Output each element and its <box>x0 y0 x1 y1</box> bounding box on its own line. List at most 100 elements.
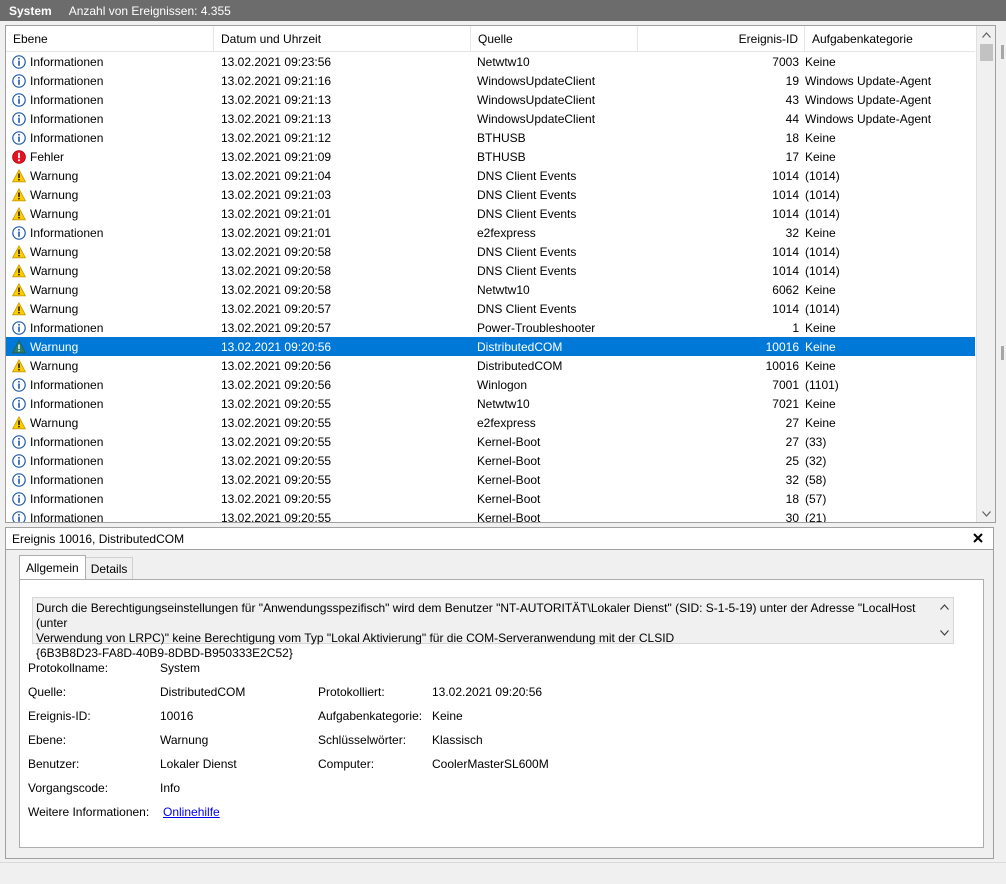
keywords-value: Klassisch <box>432 733 483 747</box>
table-row[interactable]: Warnung 13.02.2021 09:20:58 DNS Client Eve… <box>6 261 975 280</box>
source-cell-text: DNS Client Events <box>477 301 577 316</box>
table-row[interactable]: Informationen 13.02.2021 09:21:13 WindowsU… <box>6 109 975 128</box>
event-id-cell: 30 <box>638 508 805 523</box>
source-cell: Kernel-Boot <box>471 451 638 470</box>
table-row[interactable]: Informationen 13.02.2021 09:20:57 Power-Tr… <box>6 318 975 337</box>
datetime-cell: 13.02.2021 09:20:57 <box>214 318 471 337</box>
category-cell: Keine <box>805 356 975 375</box>
info-icon <box>12 510 26 522</box>
scroll-thumb[interactable] <box>980 44 993 61</box>
column-header-datetime[interactable]: Datum und Uhrzeit <box>214 26 471 51</box>
datetime-cell-text: 13.02.2021 09:21:01 <box>221 225 332 240</box>
online-help-link[interactable]: Onlinehilfe <box>163 804 220 820</box>
datetime-cell-text: 13.02.2021 09:20:55 <box>221 434 332 449</box>
level-cell-text: Informationen <box>30 377 104 392</box>
tab-details[interactable]: Details <box>84 557 134 579</box>
column-header-event-id[interactable]: Ereignis-ID <box>638 26 805 51</box>
level-cell-text: Warnung <box>30 282 79 297</box>
table-row[interactable]: Warnung 13.02.2021 09:20:58 Netwtw10 6062 Ke… <box>6 280 975 299</box>
event-id-cell: 44 <box>638 109 805 128</box>
warning-icon <box>12 358 26 372</box>
event-id-cell-text: 1014 <box>772 187 799 202</box>
tab-general[interactable]: Allgemein <box>19 555 86 579</box>
source-cell: Kernel-Boot <box>471 470 638 489</box>
table-row[interactable]: Informationen 13.02.2021 09:21:12 BTHUSB 18… <box>6 128 975 147</box>
table-row[interactable]: Informationen 13.02.2021 09:21:01 e2fexpre… <box>6 223 975 242</box>
table-row[interactable]: Informationen 13.02.2021 09:21:16 WindowsU… <box>6 71 975 90</box>
level-cell-text: Warnung <box>30 263 79 278</box>
column-header-source[interactable]: Quelle <box>471 26 638 51</box>
table-row[interactable]: Informationen 13.02.2021 09:20:55 Kernel-B… <box>6 432 975 451</box>
info-icon <box>12 92 26 107</box>
keywords-label: Schlüsselwörter: <box>318 733 407 747</box>
table-row[interactable]: Fehler 13.02.2021 09:21:09 BTHUSB 17 Keine <box>6 147 975 166</box>
scroll-up-arrow-icon[interactable] <box>977 26 995 43</box>
category-cell-text: (32) <box>805 453 827 468</box>
table-row[interactable]: Warnung 13.02.2021 09:20:58 DNS Client Eve… <box>6 242 975 261</box>
table-row-selected[interactable]: Warnung 13.02.2021 09:20:56 DistributedCOM… <box>6 337 975 356</box>
opcode-value: Info <box>160 781 181 795</box>
table-row[interactable]: Informationen 13.02.2021 09:20:55 Kernel-B… <box>6 508 975 523</box>
category-cell-text: (1101) <box>805 377 839 392</box>
level-cell: Informationen <box>6 318 214 337</box>
edge-marker <box>1001 45 1004 59</box>
table-row[interactable]: Informationen 13.02.2021 09:21:13 WindowsU… <box>6 90 975 109</box>
column-header-category[interactable]: Aufgabenkategorie <box>805 26 975 51</box>
event-id-cell: 32 <box>638 470 805 489</box>
column-header-level[interactable]: Ebene <box>6 26 214 51</box>
table-row[interactable]: Warnung 13.02.2021 09:20:57 DNS Client Eve… <box>6 299 975 318</box>
scroll-down-arrow-icon[interactable] <box>938 627 950 639</box>
table-row[interactable]: Informationen 13.02.2021 09:20:55 Kernel-B… <box>6 470 975 489</box>
event-list: Ebene Datum und Uhrzeit Quelle Ereignis-… <box>5 25 996 523</box>
datetime-cell: 13.02.2021 09:21:04 <box>214 166 471 185</box>
datetime-cell-text: 13.02.2021 09:21:09 <box>221 149 332 164</box>
log-name-value: System <box>160 661 201 675</box>
list-scrollbar[interactable] <box>976 26 995 522</box>
table-row[interactable]: Warnung 13.02.2021 09:21:03 DNS Client Eve… <box>6 185 975 204</box>
source-cell-text: WindowsUpdateClient <box>477 92 596 107</box>
table-row[interactable]: Informationen 13.02.2021 09:20:55 Kernel-B… <box>6 451 975 470</box>
level-cell-text: Warnung <box>30 187 79 202</box>
level-cell-text: Warnung <box>30 339 79 354</box>
datetime-cell: 13.02.2021 09:20:55 <box>214 489 471 508</box>
level-cell: Informationen <box>6 71 214 90</box>
category-cell: Keine <box>805 52 975 71</box>
edge-marker <box>1001 346 1004 360</box>
event-id-cell: 10016 <box>638 356 805 375</box>
source-cell: Netwtw10 <box>471 52 638 71</box>
level-cell-text: Informationen <box>30 396 104 411</box>
category-cell-text: Keine <box>805 282 836 297</box>
warning-icon <box>12 187 26 201</box>
table-row[interactable]: Informationen 13.02.2021 09:23:56 Netwtw10… <box>6 52 975 71</box>
column-header: Ebene Datum und Uhrzeit Quelle Ereignis-… <box>6 26 975 52</box>
event-id-label: Ereignis-ID: <box>28 709 91 723</box>
source-cell-text: Netwtw10 <box>477 396 530 411</box>
event-id-cell-text: 7021 <box>772 396 799 411</box>
info-icon <box>12 377 26 392</box>
table-row[interactable]: Warnung 13.02.2021 09:21:04 DNS Client Eve… <box>6 166 975 185</box>
close-icon[interactable] <box>971 531 985 545</box>
table-row[interactable]: Informationen 13.02.2021 09:20:56 Winlogon… <box>6 375 975 394</box>
user-label: Benutzer: <box>28 757 80 771</box>
event-id-cell-text: 27 <box>785 415 799 430</box>
datetime-cell: 13.02.2021 09:20:55 <box>214 451 471 470</box>
datetime-cell: 13.02.2021 09:20:58 <box>214 280 471 299</box>
category-cell-text: Windows Update-Agent <box>805 92 932 107</box>
category-cell: Keine <box>805 280 975 299</box>
level-cell: Informationen <box>6 52 214 71</box>
scroll-up-arrow-icon[interactable] <box>938 601 950 613</box>
event-id-cell: 17 <box>638 147 805 166</box>
table-row[interactable]: Warnung 13.02.2021 09:20:55 e2fexpress 27 Ke… <box>6 413 975 432</box>
category-cell-text: (58) <box>805 472 827 487</box>
table-row[interactable]: Warnung 13.02.2021 09:21:01 DNS Client Eve… <box>6 204 975 223</box>
source-value: DistributedCOM <box>160 685 246 699</box>
table-row[interactable]: Informationen 13.02.2021 09:20:55 Netwtw10… <box>6 394 975 413</box>
event-message-line: {6B3B8D23-FA8D-40B9-8DBD-B950333E2C52} <box>36 646 293 660</box>
scroll-down-arrow-icon[interactable] <box>977 505 995 522</box>
message-scrollbar[interactable] <box>938 601 950 641</box>
category-cell: (21) <box>805 508 975 523</box>
event-message-box[interactable]: Durch die Berechtigungseinstellungen für… <box>32 597 954 660</box>
table-row[interactable]: Warnung 13.02.2021 09:20:56 DistributedCOM… <box>6 356 975 375</box>
table-row[interactable]: Informationen 13.02.2021 09:20:55 Kernel-B… <box>6 489 975 508</box>
source-cell-text: Netwtw10 <box>477 54 530 69</box>
